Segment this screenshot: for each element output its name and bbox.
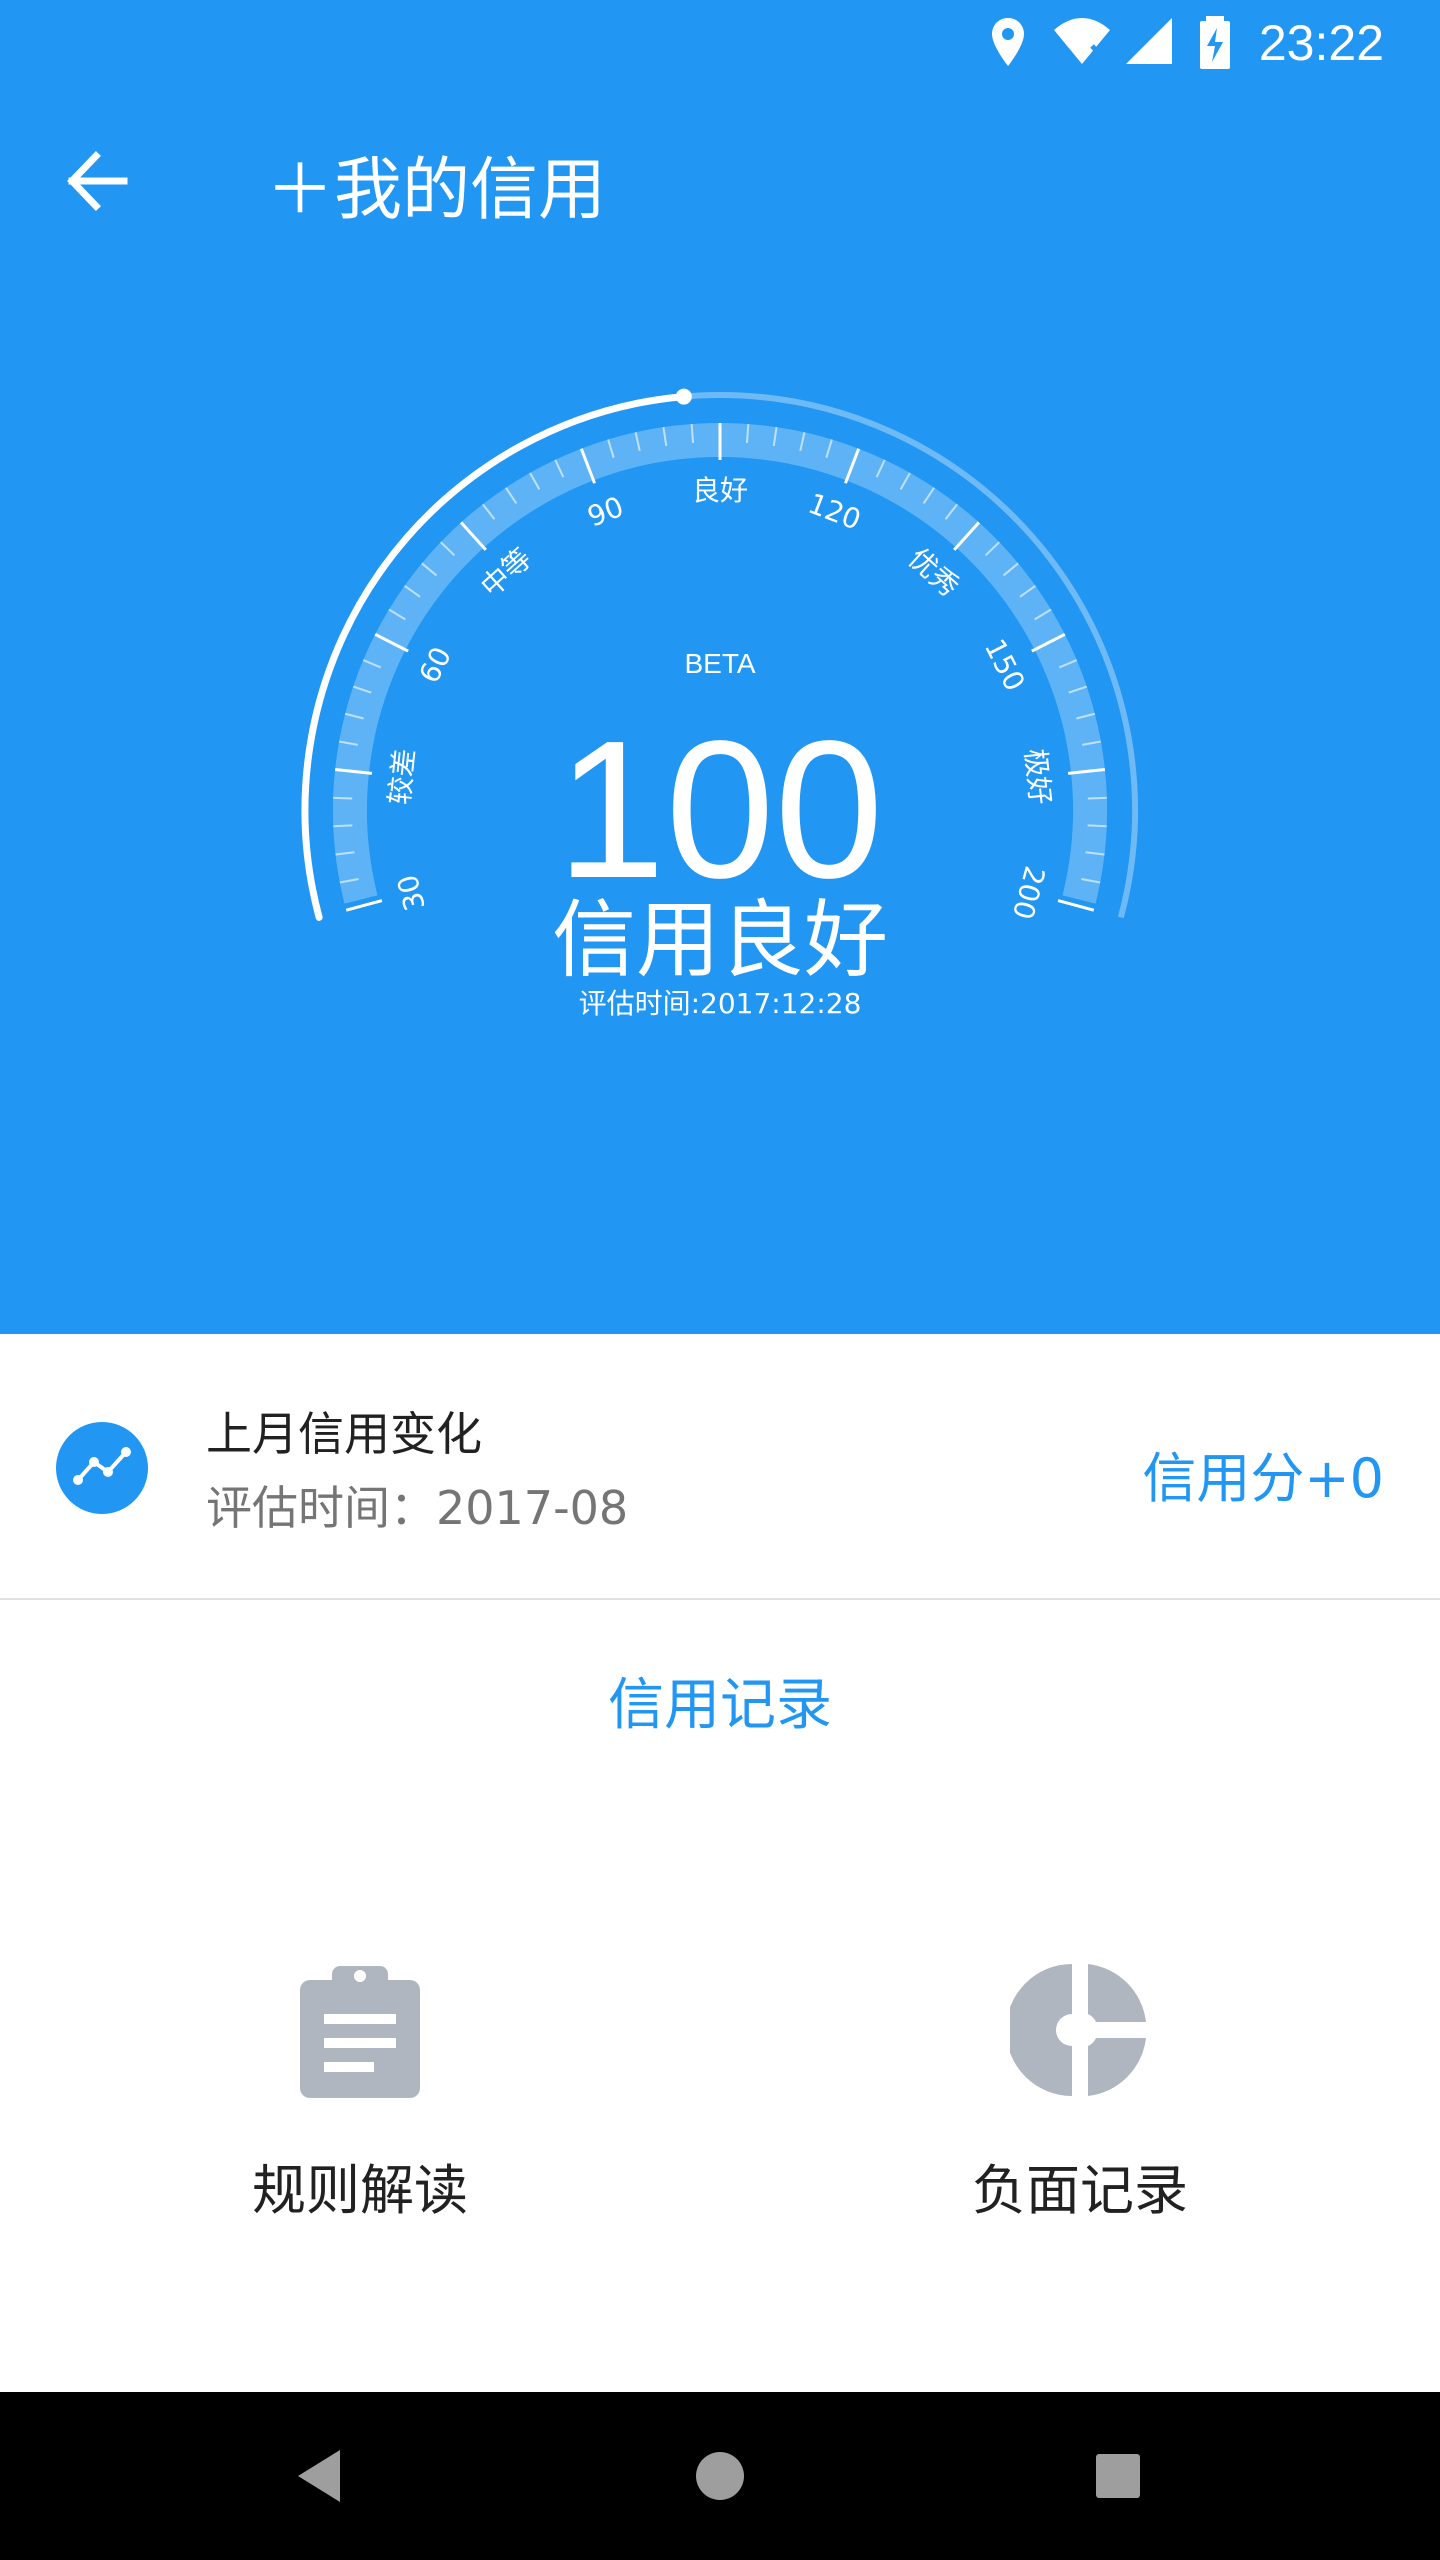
header: 23:22 ＋我的信用 30 较差 60 中等 90 良好 120 优秀 150 极好 200 BE… (0, 0, 1440, 1334)
nav-home-icon[interactable] (682, 2438, 758, 2514)
pie-chart-icon (1010, 1964, 1146, 2096)
credit-score: 100 (556, 700, 884, 919)
credit-change-score: 信用分+0 (1142, 1447, 1384, 1510)
location-icon (992, 18, 1024, 66)
signal-icon (1126, 18, 1172, 64)
credit-records-title: 信用记录 (608, 1673, 832, 1738)
battery-charging-icon (1200, 16, 1230, 69)
gauge-scale-label: 中等 (474, 542, 538, 604)
status-time: 23:22 (1258, 15, 1384, 71)
rules-label: 规则解读 (252, 2159, 468, 2222)
gauge-scale-label: 优秀 (902, 542, 966, 604)
gauge-scale-label: 良好 (692, 474, 748, 507)
gauge-scale-label: 120 (804, 487, 866, 537)
credit-change-subtitle: 评估时间：2017-08 (206, 1481, 629, 1535)
back-button[interactable] (62, 148, 134, 214)
gauge-progress-dot (675, 388, 692, 405)
evaluation-time: 评估时间:2017:12:28 (578, 987, 862, 1020)
beta-label: BETA (684, 648, 756, 679)
status-bar: 23:22 (0, 0, 1440, 84)
gauge-tick (745, 423, 750, 444)
page-title: ＋我的信用 (266, 151, 607, 230)
gauge-tick (690, 423, 695, 444)
nav-back-icon[interactable] (282, 2438, 358, 2514)
credit-change-row[interactable]: 上月信用变化 评估时间：2017-08 信用分+0 (0, 1336, 1440, 1600)
credit-change-title: 上月信用变化 (206, 1407, 482, 1461)
navigation-bar (0, 2392, 1440, 2560)
clipboard-icon (300, 1966, 420, 2098)
gauge-scale-label: 90 (583, 490, 628, 534)
negative-records-entry[interactable]: 负面记录 (870, 1960, 1290, 2222)
wifi-off-icon (1054, 18, 1110, 64)
negative-records-label: 负面记录 (972, 2159, 1188, 2222)
credit-screen: 23:22 ＋我的信用 30 较差 60 中等 90 良好 120 优秀 150 极好 200 BE… (0, 0, 1440, 2560)
nav-recents-icon[interactable] (1080, 2438, 1156, 2514)
trend-line-icon (56, 1422, 148, 1514)
credit-level: 信用良好 (551, 891, 888, 989)
rules-entry[interactable]: 规则解读 (150, 1960, 570, 2222)
